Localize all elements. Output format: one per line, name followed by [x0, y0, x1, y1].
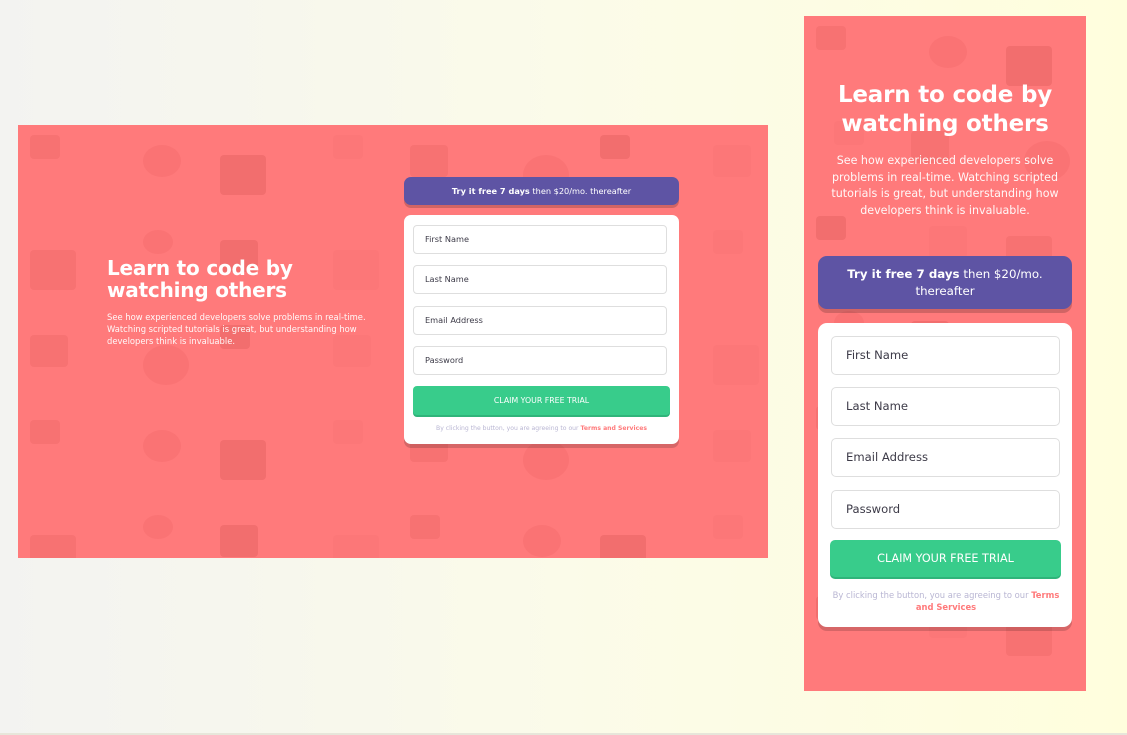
claim-trial-button[interactable]: CLAIM YOUR FREE TRIAL: [413, 386, 670, 415]
pattern-tile: [220, 525, 258, 557]
pattern-tile: [220, 155, 266, 195]
promo-banner: Try it free 7 days then $20/mo. thereaft…: [404, 177, 679, 205]
promo-banner: Try it free 7 days then $20/mo. thereaft…: [818, 256, 1072, 309]
terms-link[interactable]: Terms and Services: [580, 425, 646, 432]
pattern-tile: [410, 515, 440, 539]
pattern-tile: [220, 440, 266, 480]
page: { "colors": { "background_coral": "#ff7a…: [0, 0, 1127, 735]
terms-notice: By clicking the button, you are agreeing…: [404, 424, 679, 433]
email-field[interactable]: Email Address: [413, 306, 667, 335]
pattern-tile: [410, 145, 448, 177]
pattern-tile: [713, 145, 751, 177]
terms-prefix: By clicking the button, you are agreeing…: [436, 425, 581, 432]
terms-notice: By clicking the button, you are agreeing…: [832, 589, 1060, 613]
pattern-tile: [523, 440, 569, 480]
pattern-tile: [713, 345, 759, 385]
terms-prefix: By clicking the button, you are agreeing…: [832, 590, 1032, 600]
pattern-tile: [30, 250, 76, 290]
hero-section: Learn to code by watching others See how…: [818, 81, 1072, 219]
pattern-tile: [929, 226, 967, 258]
first-name-field[interactable]: First Name: [413, 225, 667, 254]
pattern-tile: [143, 430, 181, 462]
pattern-tile: [143, 345, 189, 385]
mobile-preview: Learn to code by watching others See how…: [804, 16, 1086, 691]
pattern-tile: [143, 230, 173, 254]
last-name-field[interactable]: Last Name: [413, 265, 667, 294]
pattern-tile: [713, 230, 743, 254]
pattern-tile: [1006, 46, 1052, 86]
signup-form: First Name Last Name Email Address Passw…: [404, 215, 679, 444]
password-field[interactable]: Password: [831, 490, 1060, 529]
hero-description: See how experienced developers solve pro…: [831, 154, 1059, 217]
pattern-tile: [713, 430, 751, 462]
pattern-tile: [30, 335, 68, 367]
password-field[interactable]: Password: [413, 346, 667, 375]
pattern-tile: [523, 525, 561, 557]
promo-rest-text: then $20/mo. thereafter: [529, 186, 632, 196]
pattern-tile: [143, 515, 173, 539]
pattern-tile: [30, 420, 60, 444]
pattern-tile: [333, 420, 363, 444]
promo-bold-text: Try it free 7 days: [451, 186, 530, 196]
promo-bold-text: Try it free 7 days: [847, 267, 960, 281]
pattern-tile: [816, 26, 846, 50]
pattern-tile: [30, 535, 76, 558]
first-name-field[interactable]: First Name: [831, 336, 1060, 375]
desktop-preview: Learn to code by watching others See how…: [18, 125, 768, 558]
hero-heading: Learn to code by watching others: [107, 256, 293, 302]
pattern-tile: [333, 135, 363, 159]
pattern-tile: [713, 515, 743, 539]
pattern-tile: [929, 36, 967, 68]
pattern-tile: [600, 135, 630, 159]
hero-section: Learn to code by watching others See how…: [107, 257, 397, 347]
pattern-tile: [143, 145, 181, 177]
last-name-field[interactable]: Last Name: [831, 387, 1060, 426]
pattern-tile: [30, 135, 60, 159]
pattern-tile: [600, 535, 646, 558]
signup-form: First Name Last Name Email Address Passw…: [818, 323, 1072, 627]
claim-trial-button[interactable]: CLAIM YOUR FREE TRIAL: [830, 540, 1061, 577]
hero-heading: Learn to code by watching others: [837, 82, 1053, 137]
hero-description: See how experienced developers solve pro…: [107, 312, 366, 346]
pattern-tile: [333, 535, 379, 558]
pattern-tile: [816, 216, 846, 240]
email-field[interactable]: Email Address: [831, 438, 1060, 477]
